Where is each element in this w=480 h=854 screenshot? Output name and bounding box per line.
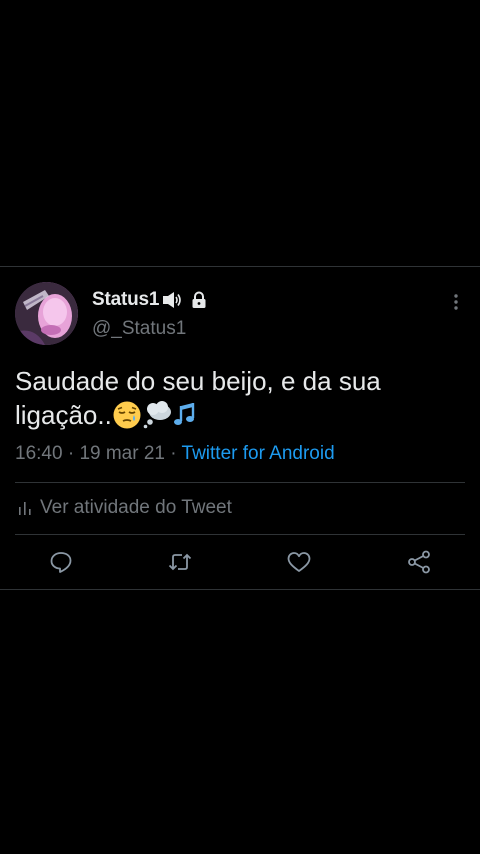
tweet-source-link[interactable]: Twitter for Android (182, 443, 335, 464)
more-options-icon[interactable] (448, 291, 464, 313)
action-bar (0, 549, 480, 577)
divider (15, 534, 465, 535)
share-icon[interactable] (406, 549, 432, 575)
speaker-emoji-icon (161, 289, 183, 311)
avatar[interactable] (15, 282, 78, 345)
author-name-row[interactable]: Status1 (92, 289, 209, 311)
pensive-face-emoji-icon (112, 400, 142, 430)
tweet-metadata: 16:40 · 19 mar 21 · Twitter for Android (15, 443, 335, 465)
retweet-icon[interactable] (167, 549, 193, 575)
meta-separator-2: · (170, 443, 177, 464)
activity-label[interactable]: Ver atividade do Tweet (40, 497, 232, 519)
tweet-activity-link[interactable]: Ver atividade do Tweet (18, 497, 232, 519)
analytics-icon (19, 502, 31, 515)
reply-icon[interactable] (48, 549, 74, 575)
musical-notes-emoji-icon (172, 400, 202, 430)
meta-separator: · (67, 443, 75, 464)
heart-icon[interactable] (286, 549, 312, 575)
tweet-text: Saudade do seu beijo, e da sua ligação.. (15, 364, 465, 432)
tweet-card[interactable]: Status1 @_Status1 Saudade do seu beijo, … (0, 266, 480, 590)
thought-balloon-emoji-icon (142, 400, 172, 430)
handle: @_Status1 (92, 318, 187, 339)
display-name[interactable]: Status1 (92, 289, 159, 311)
tweet-time: 16:40 (15, 443, 63, 464)
tweet-date: 19 mar 21 (79, 443, 165, 464)
divider (15, 482, 465, 483)
lock-icon (189, 290, 209, 310)
avatar-image (15, 282, 78, 345)
